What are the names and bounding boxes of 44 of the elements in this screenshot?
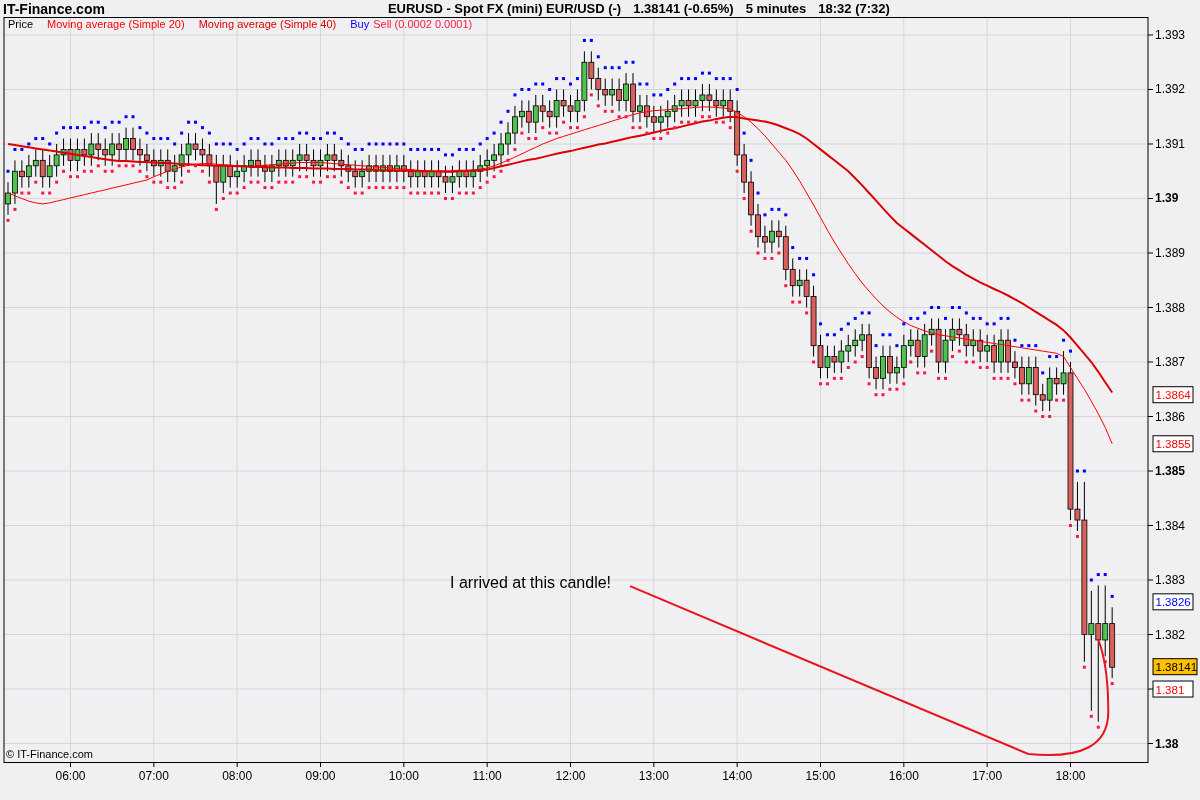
y-axis-label: 1.386 <box>1155 409 1186 424</box>
chart-title: EURUSD - Spot FX (mini) EUR/USD (-) <box>387 1 622 16</box>
y-axis-label: 1.39 <box>1155 191 1179 206</box>
chart-title: 5 minutes <box>745 1 807 16</box>
legend-item: Moving average (Simple 20) <box>47 18 185 30</box>
y-axis-label: 1.392 <box>1155 82 1186 97</box>
price-tag: 1.381 <box>1152 680 1194 698</box>
legend-item: Buy <box>350 18 370 30</box>
x-axis-label: 09:00 <box>305 769 336 783</box>
x-axis-label: 07:00 <box>138 769 169 783</box>
x-axis-label: 14:00 <box>722 769 753 783</box>
chart-title: 18:32 (7:32) <box>818 1 890 16</box>
x-axis-label: 13:00 <box>638 769 669 783</box>
x-axis-label: 18:00 <box>1055 769 1086 783</box>
x-axis-label: 08:00 <box>222 769 253 783</box>
y-axis-label: 1.389 <box>1155 246 1186 260</box>
annotation-text: I arrived at this candle! <box>450 574 612 592</box>
price-tag: 1.3855 <box>1152 435 1194 453</box>
legend-item: Moving average (Simple 40) <box>198 18 337 30</box>
y-axis-label: 1.387 <box>1155 355 1186 369</box>
price-tag: 1.3864 <box>1152 386 1194 404</box>
site-logo: IT-Finance.com <box>3 0 105 17</box>
y-tick-label: 1.381 <box>1155 683 1185 696</box>
price-tag: 1.3826 <box>1152 593 1194 611</box>
chart-title: 1.38141 (-0.65%) <box>633 1 734 16</box>
x-axis-label: 10:00 <box>388 769 419 783</box>
y-axis-label: 1.384 <box>1155 518 1186 533</box>
x-axis-label: 17:00 <box>972 769 1003 783</box>
y-axis-label: 1.385 <box>1155 464 1186 478</box>
y-axis-label: 1.38 <box>1155 736 1179 751</box>
y-axis-label: 1.382 <box>1155 627 1186 642</box>
y-axis-label: 1.391 <box>1155 137 1186 151</box>
x-axis-label: 11:00 <box>472 769 502 783</box>
x-axis-label: 15:00 <box>805 769 836 783</box>
x-axis-label: 06:00 <box>55 769 86 783</box>
legend-item: Price <box>8 18 34 30</box>
y-axis-label: 1.388 <box>1155 300 1186 315</box>
copyright-text: © IT-Finance.com <box>6 748 93 760</box>
legend-item: Sell (0.0002 0.0001) <box>373 18 473 30</box>
x-axis-label: 12:00 <box>555 769 586 783</box>
y-axis-label: 1.383 <box>1155 573 1186 587</box>
y-axis-label: 1.393 <box>1155 28 1186 42</box>
price-tag: 1.38141 <box>1152 658 1198 676</box>
x-axis-label: 16:00 <box>888 769 919 783</box>
